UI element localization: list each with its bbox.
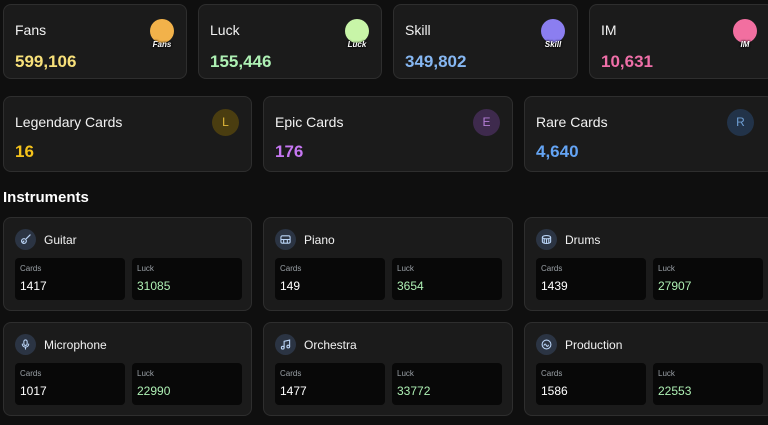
im-icon: IM (733, 19, 757, 49)
cards-value: 1477 (280, 384, 307, 398)
rarity-label: Rare Cards (536, 114, 608, 130)
stat-label: Fans (15, 22, 47, 38)
luck-box: Luck 22990 (132, 363, 242, 405)
instrument-card-production[interactable]: Production Cards 1586 Luck 22553 (524, 322, 768, 416)
cards-label: Cards (280, 264, 302, 273)
icon-text: IM (740, 40, 750, 49)
rarity-badge: R (727, 109, 754, 136)
instrument-name: Drums (565, 233, 601, 247)
instrument-card-drums[interactable]: Drums Cards 1439 Luck 27907 (524, 217, 768, 311)
rarity-label: Legendary Cards (15, 114, 123, 130)
luck-value: 33772 (397, 384, 431, 398)
icon-text: Luck (347, 40, 367, 49)
drum-icon (536, 229, 557, 250)
stat-value: 155,446 (210, 52, 272, 71)
stat-value: 599,106 (15, 52, 77, 71)
production-icon (536, 334, 557, 355)
luck-value: 22553 (658, 384, 692, 398)
cards-box: Cards 1439 (536, 258, 646, 300)
instrument-card-piano[interactable]: Piano Cards 149 Luck 3654 (263, 217, 513, 311)
rarity-label: Epic Cards (275, 114, 344, 130)
rarity-badge: L (212, 109, 239, 136)
luck-value: 3654 (397, 279, 424, 293)
luck-value: 22990 (137, 384, 171, 398)
stat-card-fans: Fans 599,106 Fans (3, 4, 187, 79)
instrument-name: Guitar (44, 233, 77, 247)
luck-label: Luck (658, 264, 675, 273)
stat-card-luck: Luck 155,446 Luck (198, 4, 382, 79)
icon-text: Skill (544, 40, 562, 49)
cards-box: Cards 149 (275, 258, 385, 300)
section-title: Instruments (3, 189, 89, 206)
microphone-icon (15, 334, 36, 355)
luck-box: Luck 33772 (392, 363, 502, 405)
icon-text: Fans (152, 40, 172, 49)
instrument-card-microphone[interactable]: Microphone Cards 1017 Luck 22990 (3, 322, 252, 416)
luck-label: Luck (658, 369, 675, 378)
luck-label: Luck (137, 264, 154, 273)
cards-label: Cards (20, 369, 42, 378)
stat-label: Skill (405, 22, 431, 38)
cards-label: Cards (541, 369, 563, 378)
cards-label: Cards (20, 264, 42, 273)
music-note-icon (275, 334, 296, 355)
instrument-name: Microphone (44, 338, 107, 352)
rarity-card-rare: Rare Cards 4,640 R (524, 96, 768, 172)
instrument-name: Production (565, 338, 623, 352)
stat-value: 10,631 (601, 52, 653, 71)
luck-box: Luck 31085 (132, 258, 242, 300)
luck-box: Luck 27907 (653, 258, 763, 300)
stat-label: IM (601, 22, 617, 38)
cards-value: 1417 (20, 279, 47, 293)
cards-box: Cards 1017 (15, 363, 125, 405)
luck-value: 27907 (658, 279, 692, 293)
rarity-value: 4,640 (536, 142, 579, 161)
cards-box: Cards 1477 (275, 363, 385, 405)
guitar-icon (15, 229, 36, 250)
luck-label: Luck (137, 369, 154, 378)
stat-card-im: IM 10,631 IM (589, 4, 768, 79)
instrument-name: Piano (304, 233, 335, 247)
instrument-card-guitar[interactable]: Guitar Cards 1417 Luck 31085 (3, 217, 252, 311)
rarity-card-legendary: Legendary Cards 16 L (3, 96, 252, 172)
piano-icon (275, 229, 296, 250)
rarity-badge: E (473, 109, 500, 136)
luck-box: Luck 22553 (653, 363, 763, 405)
luck-clover-icon: Luck (345, 19, 369, 49)
cards-value: 1439 (541, 279, 568, 293)
rarity-value: 176 (275, 142, 304, 161)
stat-label: Luck (210, 22, 240, 38)
cards-label: Cards (541, 264, 563, 273)
cards-label: Cards (280, 369, 302, 378)
luck-label: Luck (397, 369, 414, 378)
cards-value: 149 (280, 279, 301, 293)
cards-box: Cards 1586 (536, 363, 646, 405)
cards-box: Cards 1417 (15, 258, 125, 300)
skill-icon: Skill (541, 19, 565, 49)
luck-value: 31085 (137, 279, 171, 293)
instrument-name: Orchestra (304, 338, 357, 352)
cards-value: 1017 (20, 384, 47, 398)
stat-card-skill: Skill 349,802 Skill (393, 4, 578, 79)
instrument-card-orchestra[interactable]: Orchestra Cards 1477 Luck 33772 (263, 322, 513, 416)
cards-value: 1586 (541, 384, 568, 398)
luck-label: Luck (397, 264, 414, 273)
rarity-value: 16 (15, 142, 34, 161)
luck-box: Luck 3654 (392, 258, 502, 300)
rarity-card-epic: Epic Cards 176 E (263, 96, 513, 172)
fans-icon: Fans (150, 19, 174, 49)
stat-value: 349,802 (405, 52, 467, 71)
